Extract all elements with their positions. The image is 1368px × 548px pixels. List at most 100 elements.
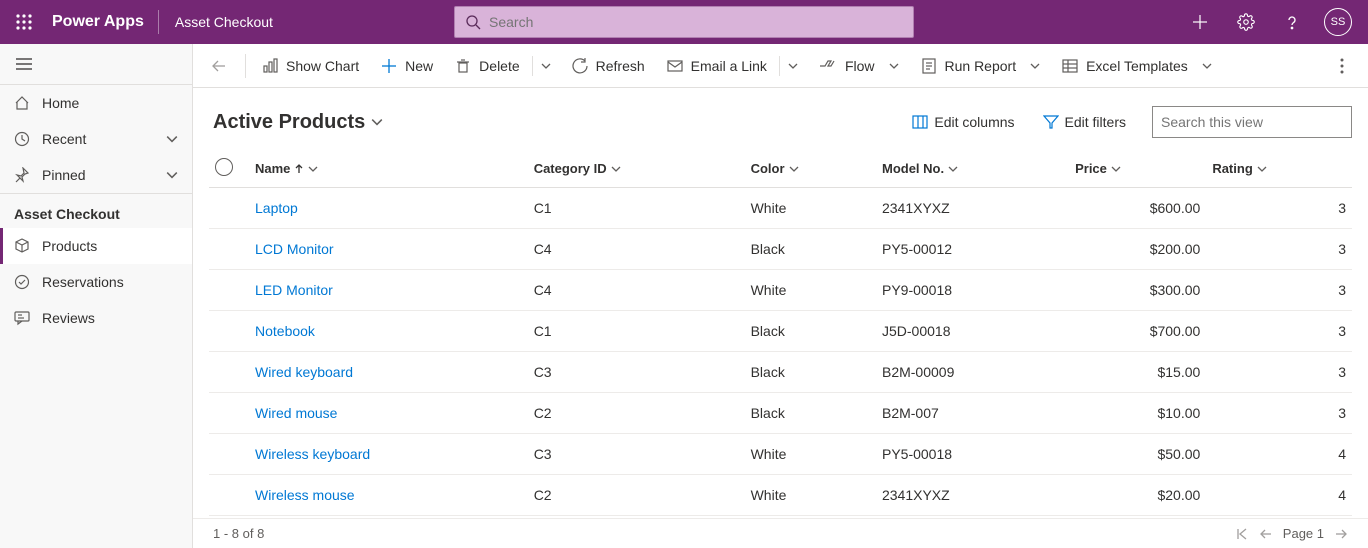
cell-price: $700.00 — [1069, 311, 1206, 352]
chevron-down-icon — [308, 164, 318, 174]
cube-icon — [14, 238, 30, 254]
cell-price: $10.00 — [1069, 393, 1206, 434]
new-button[interactable]: New — [371, 50, 443, 82]
chevron-down-icon — [611, 164, 621, 174]
add-button[interactable] — [1178, 0, 1222, 44]
table-row[interactable]: LCD MonitorC4BlackPY5-00012$200.003 — [209, 229, 1352, 270]
nav-item-label: Products — [42, 238, 97, 254]
first-page-icon — [1235, 527, 1249, 541]
global-search[interactable] — [454, 6, 914, 38]
edit-columns-button[interactable]: Edit columns — [902, 106, 1024, 138]
waffle-icon — [16, 14, 32, 30]
row-select[interactable] — [209, 229, 249, 270]
back-button[interactable] — [199, 58, 239, 74]
row-select[interactable] — [209, 188, 249, 229]
cell-rating: 3 — [1206, 229, 1352, 270]
view-selector[interactable]: Active Products — [213, 111, 383, 134]
more-vertical-icon — [1340, 58, 1344, 74]
table-row[interactable]: LaptopC1White2341XYXZ$600.003 — [209, 188, 1352, 229]
account-button[interactable]: SS — [1316, 0, 1360, 44]
cell-rating: 4 — [1206, 475, 1352, 516]
cell-model: 2341XYXZ — [876, 475, 1069, 516]
view-search-input[interactable] — [1161, 114, 1342, 130]
command-bar: Show Chart New Delete Refresh Email a Li… — [193, 44, 1368, 88]
nav-item-home[interactable]: Home — [0, 85, 192, 121]
table-row[interactable]: Wireless mouseC2White2341XYXZ$20.004 — [209, 475, 1352, 516]
mail-icon — [667, 58, 683, 74]
column-header-model[interactable]: Model No. — [876, 150, 1069, 188]
select-all[interactable] — [209, 150, 249, 188]
excel-templates-button[interactable]: Excel Templates — [1052, 50, 1222, 82]
nav-item-products[interactable]: Products — [0, 228, 192, 264]
cell-color: Black — [745, 229, 876, 270]
cell-rating: 3 — [1206, 311, 1352, 352]
nav-group-label: Asset Checkout — [0, 194, 192, 228]
row-select[interactable] — [209, 434, 249, 475]
cell-model: 2341XYXZ — [876, 188, 1069, 229]
cell-name[interactable]: Laptop — [249, 188, 528, 229]
cell-price: $300.00 — [1069, 270, 1206, 311]
pager-next[interactable] — [1334, 527, 1348, 541]
table-row[interactable]: Wired mouseC2BlackB2M-007$10.003 — [209, 393, 1352, 434]
pager-prev[interactable] — [1259, 527, 1273, 541]
email-split[interactable] — [779, 56, 807, 76]
nav-item-pinned[interactable]: Pinned — [0, 157, 192, 193]
cell-name[interactable]: Wireless keyboard — [249, 434, 528, 475]
cell-category: C4 — [528, 229, 745, 270]
column-header-color[interactable]: Color — [745, 150, 876, 188]
cell-name[interactable]: Wired mouse — [249, 393, 528, 434]
command-overflow[interactable] — [1322, 58, 1362, 74]
cell-category: C2 — [528, 475, 745, 516]
chevron-down-icon — [371, 116, 383, 128]
column-header-category[interactable]: Category ID — [528, 150, 745, 188]
settings-button[interactable] — [1224, 0, 1268, 44]
pager-first[interactable] — [1235, 527, 1249, 541]
chevron-down-icon — [948, 164, 958, 174]
show-chart-button[interactable]: Show Chart — [252, 50, 369, 82]
row-select[interactable] — [209, 352, 249, 393]
run-report-button[interactable]: Run Report — [911, 50, 1051, 82]
help-button[interactable] — [1270, 0, 1314, 44]
cell-name[interactable]: Wireless mouse — [249, 475, 528, 516]
flow-button[interactable]: Flow — [809, 50, 909, 82]
refresh-button[interactable]: Refresh — [562, 50, 655, 82]
chevron-down-icon — [789, 164, 799, 174]
table-row[interactable]: Wired keyboardC3BlackB2M-00009$15.003 — [209, 352, 1352, 393]
delete-split[interactable] — [532, 56, 560, 76]
view-search[interactable] — [1152, 106, 1352, 138]
nav-item-reviews[interactable]: Reviews — [0, 300, 192, 336]
nav-item-reservations[interactable]: Reservations — [0, 264, 192, 300]
global-search-input[interactable] — [489, 14, 903, 30]
cell-rating: 3 — [1206, 352, 1352, 393]
report-icon — [921, 58, 937, 74]
cell-price: $15.00 — [1069, 352, 1206, 393]
select-circle-icon — [215, 158, 233, 176]
nav-toggle[interactable] — [0, 44, 48, 84]
column-header-name[interactable]: Name — [249, 150, 528, 188]
row-select[interactable] — [209, 270, 249, 311]
cell-name[interactable]: LED Monitor — [249, 270, 528, 311]
row-select[interactable] — [209, 311, 249, 352]
row-select[interactable] — [209, 475, 249, 516]
hamburger-icon — [16, 58, 32, 70]
column-header-price[interactable]: Price — [1069, 150, 1206, 188]
delete-button[interactable]: Delete — [445, 50, 529, 82]
cell-category: C1 — [528, 188, 745, 229]
plus-icon — [1192, 14, 1208, 30]
email-link-button[interactable]: Email a Link — [657, 50, 777, 82]
brand-name: Power Apps — [48, 13, 158, 31]
table-row[interactable]: LED MonitorC4WhitePY9-00018$300.003 — [209, 270, 1352, 311]
cell-color: White — [745, 270, 876, 311]
table-row[interactable]: Wireless keyboardC3WhitePY5-00018$50.004 — [209, 434, 1352, 475]
cell-name[interactable]: Wired keyboard — [249, 352, 528, 393]
cell-name[interactable]: LCD Monitor — [249, 229, 528, 270]
app-launcher[interactable] — [0, 0, 48, 44]
row-select[interactable] — [209, 393, 249, 434]
edit-filters-button[interactable]: Edit filters — [1033, 106, 1136, 138]
column-header-rating[interactable]: Rating — [1206, 150, 1352, 188]
flow-icon — [819, 59, 837, 73]
table-row[interactable]: NotebookC1BlackJ5D-00018$700.003 — [209, 311, 1352, 352]
cell-name[interactable]: Notebook — [249, 311, 528, 352]
cell-category: C3 — [528, 434, 745, 475]
nav-item-recent[interactable]: Recent — [0, 121, 192, 157]
